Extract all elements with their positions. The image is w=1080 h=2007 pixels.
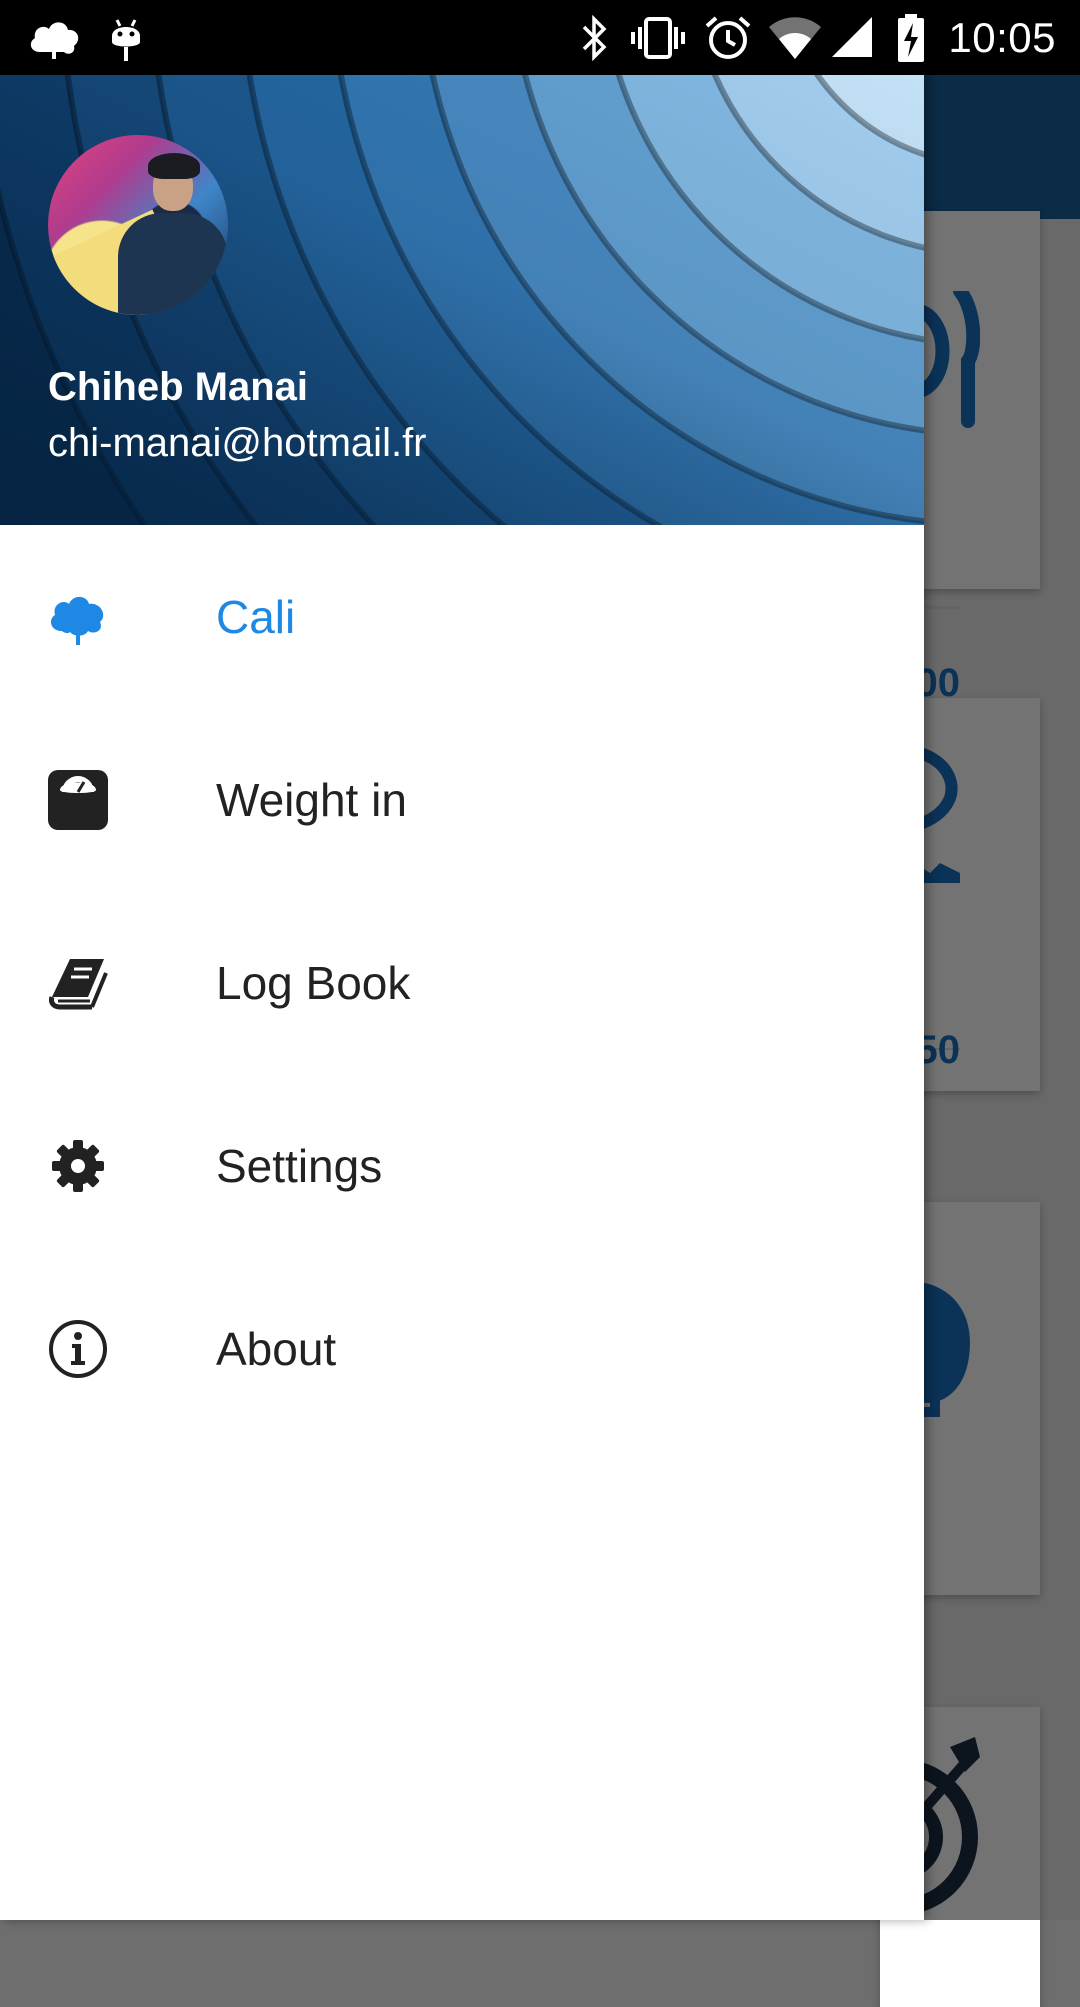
book-icon — [49, 958, 108, 1009]
info-icon — [49, 1319, 107, 1378]
bluetooth-icon — [578, 0, 612, 75]
tree-icon — [50, 596, 104, 645]
alarm-icon — [704, 0, 752, 75]
cellular-signal-icon — [830, 0, 874, 75]
menu-item-log-book[interactable]: Log Book — [0, 891, 924, 1074]
wifi-icon — [768, 0, 822, 75]
gear-icon — [52, 1139, 104, 1192]
status-bar: 10:05 — [0, 0, 1080, 75]
menu-label: Weight in — [216, 773, 407, 826]
battery-charging-icon — [896, 0, 926, 75]
menu-item-settings[interactable]: Settings — [0, 1074, 924, 1257]
vibrate-icon — [630, 0, 686, 75]
menu-label: Cali — [216, 590, 296, 643]
drawer-menu: Cali Weight in Log Book Settings About — [0, 525, 924, 1440]
menu-item-about[interactable]: About — [0, 1257, 924, 1440]
scale-icon — [48, 769, 108, 830]
android-debug-icon — [108, 0, 144, 75]
user-email: chi-manai@hotmail.fr — [48, 421, 427, 465]
drawer-header: Chiheb Manai chi-manai@hotmail.fr — [0, 75, 924, 525]
menu-label: Log Book — [216, 956, 411, 1009]
cloud-notification-icon — [26, 0, 82, 75]
avatar[interactable] — [48, 135, 228, 315]
menu-label: About — [216, 1322, 337, 1375]
menu-item-cali[interactable]: Cali — [0, 525, 924, 708]
status-time: 10:05 — [948, 14, 1056, 61]
navigation-drawer: Chiheb Manai chi-manai@hotmail.fr Cali W… — [0, 75, 924, 1920]
menu-item-weight-in[interactable]: Weight in — [0, 708, 924, 891]
user-name: Chiheb Manai — [48, 365, 309, 409]
menu-label: Settings — [216, 1139, 383, 1192]
